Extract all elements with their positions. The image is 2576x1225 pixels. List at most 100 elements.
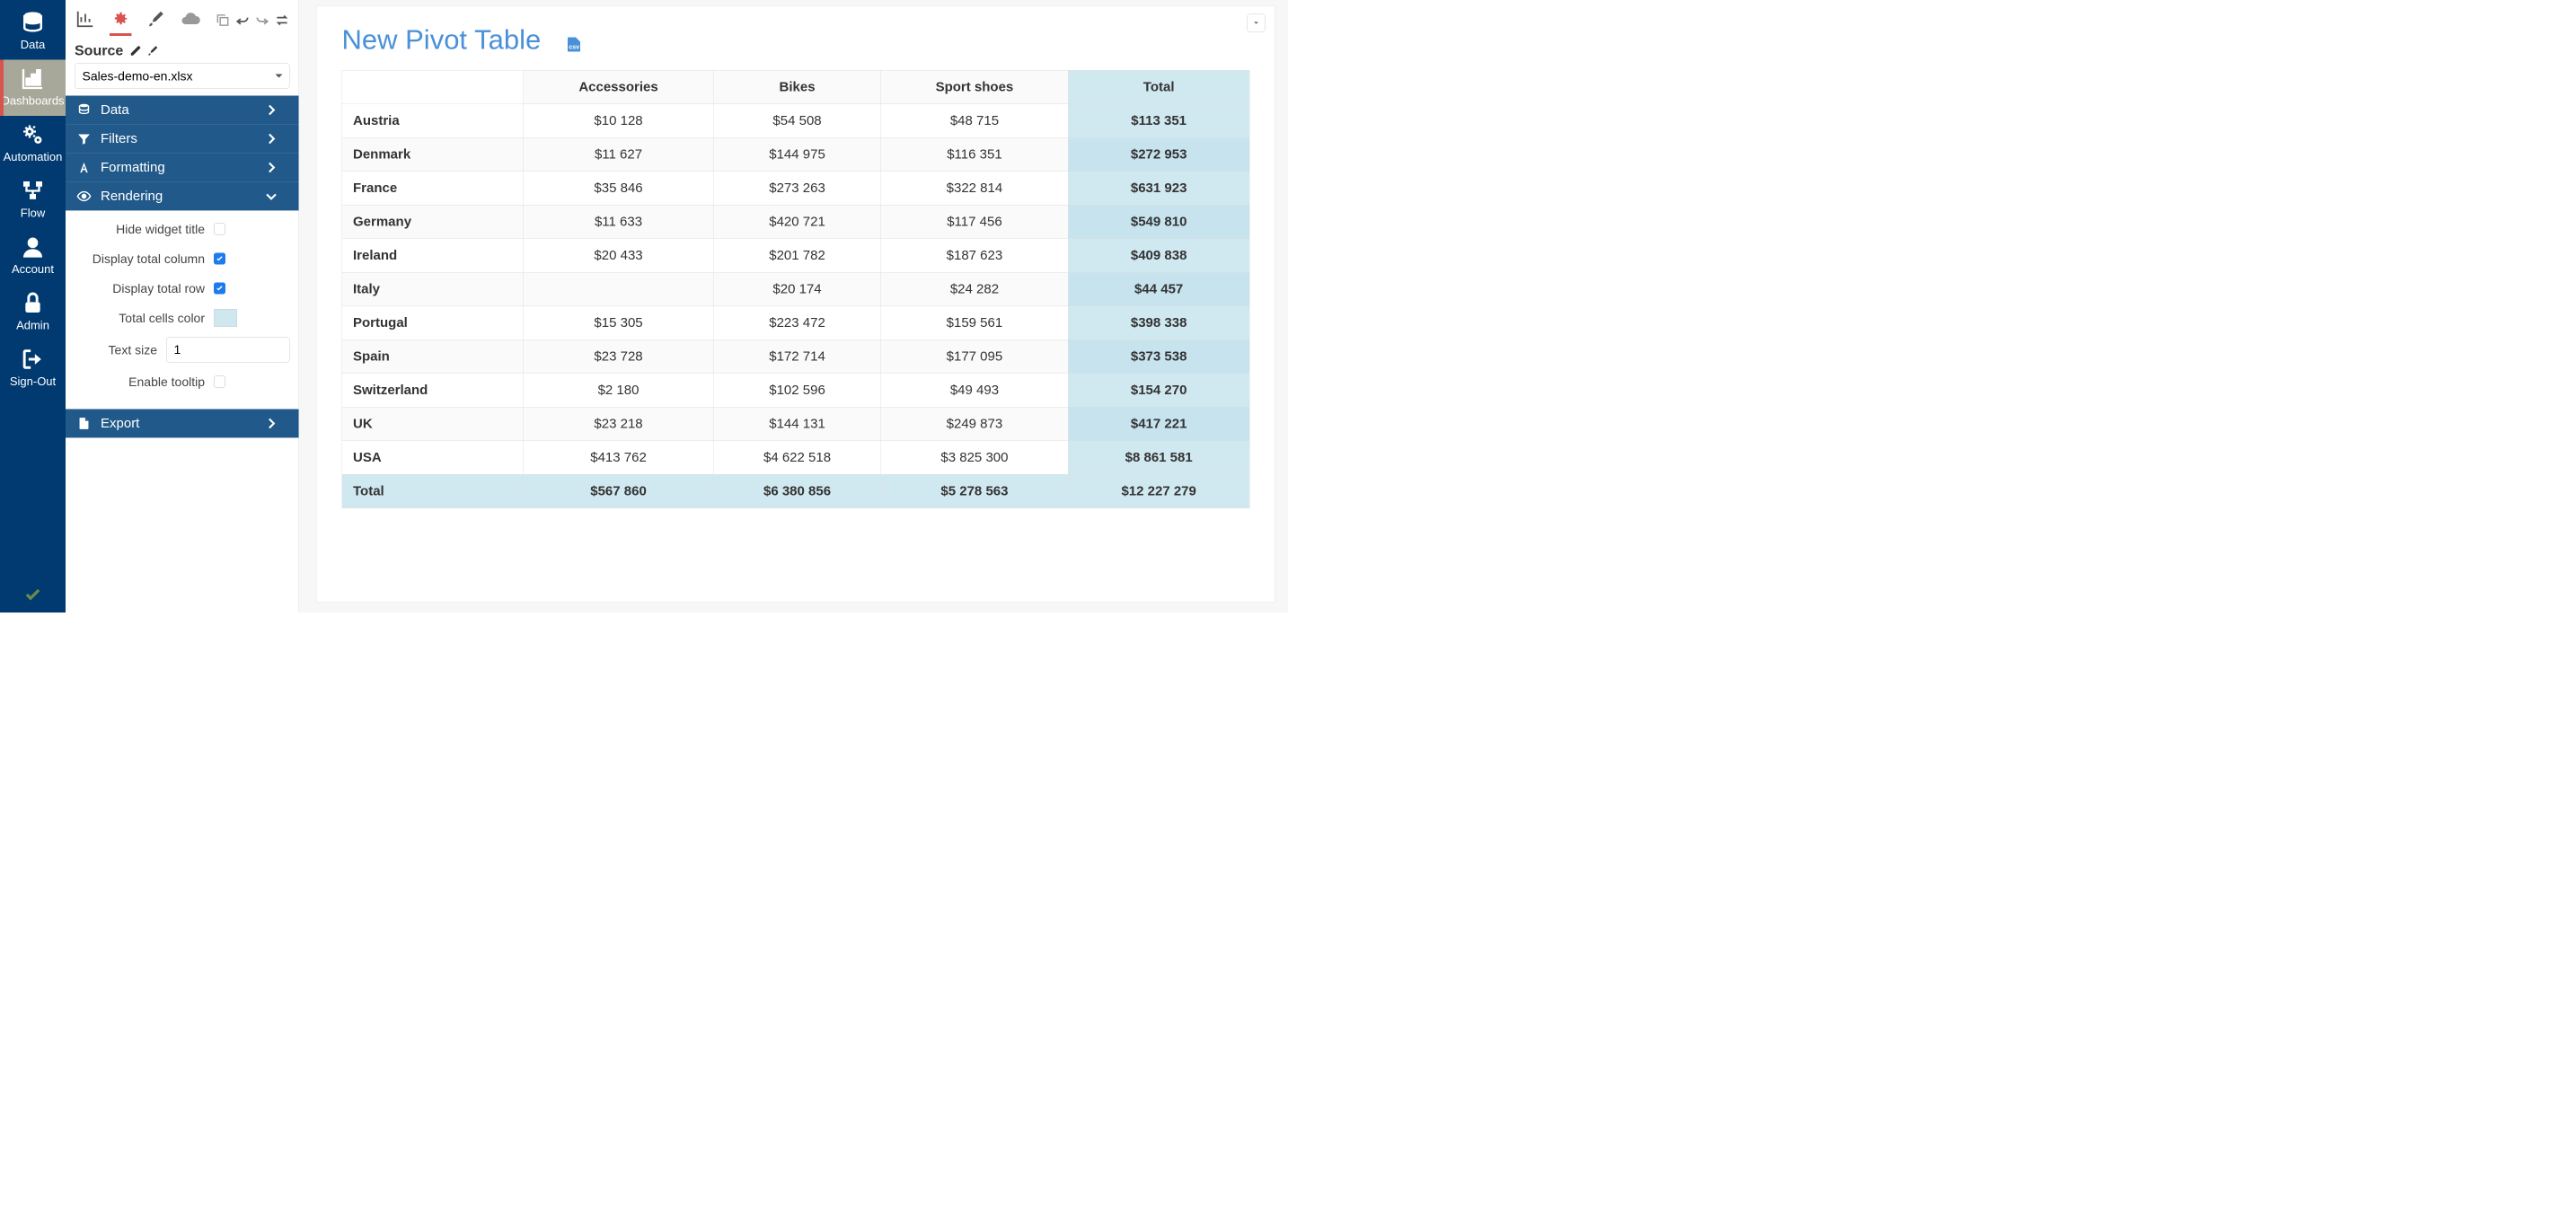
tab-style[interactable] (145, 4, 166, 36)
text-size-input[interactable] (166, 338, 290, 363)
total-cell: $373 538 (1068, 339, 1249, 374)
copy-icon[interactable] (216, 13, 231, 28)
data-cell: $159 561 (881, 306, 1068, 340)
source-row: Source (66, 36, 299, 64)
main-area: New Pivot Table csv Accessories Bikes Sp… (299, 0, 1288, 612)
enable-tooltip-checkbox[interactable] (214, 376, 225, 388)
nav-check[interactable] (0, 577, 66, 612)
data-cell: $35 846 (524, 172, 713, 206)
display-total-column-checkbox[interactable] (214, 253, 225, 265)
row-header: UK (342, 407, 524, 441)
display-total-row-checkbox[interactable] (214, 283, 225, 295)
nav-signout[interactable]: Sign-Out (0, 340, 66, 397)
source-select[interactable]: Sales-demo-en.xlsx (75, 64, 290, 89)
chevron-right-icon (264, 131, 279, 146)
nav-flow[interactable]: Flow (0, 172, 66, 229)
nav-account[interactable]: Account (0, 228, 66, 285)
accordion-label: Formatting (101, 160, 165, 175)
data-cell: $4 622 518 (713, 441, 881, 475)
cloud-icon (180, 8, 201, 30)
data-cell: $20 174 (713, 272, 881, 306)
accordion-rendering[interactable]: Rendering (66, 182, 299, 211)
nav-automation[interactable]: Automation (0, 116, 66, 172)
accordion-label: Rendering (101, 189, 163, 204)
user-icon (21, 234, 46, 260)
gear-icon (110, 9, 130, 29)
total-cells-color-swatch[interactable] (214, 309, 237, 327)
tab-cloud[interactable] (180, 4, 201, 36)
widget-menu-button[interactable] (1248, 14, 1266, 32)
source-label: Source (75, 42, 123, 59)
bar-chart-icon (75, 9, 95, 29)
accordion-data[interactable]: Data (66, 96, 299, 125)
data-cell (524, 272, 713, 306)
data-cell: $48 715 (881, 104, 1068, 138)
chevron-right-icon (264, 102, 279, 118)
gears-icon (21, 122, 46, 147)
data-cell: $273 263 (713, 172, 881, 206)
tab-chart[interactable] (75, 4, 96, 36)
total-cell: $409 838 (1068, 239, 1249, 273)
footer-cell: $567 860 (524, 474, 713, 508)
data-cell: $144 131 (713, 407, 881, 441)
undo-icon[interactable] (235, 13, 251, 28)
redo-icon[interactable] (255, 13, 270, 28)
pivot-corner (342, 70, 524, 104)
csv-badge[interactable]: csv (568, 38, 580, 52)
data-cell: $20 433 (524, 239, 713, 273)
total-cell: $272 953 (1068, 137, 1249, 172)
pivot-table: Accessories Bikes Sport shoes Total Aust… (342, 70, 1250, 508)
rendering-panel: Hide widget title Display total column D… (66, 211, 299, 410)
tab-settings[interactable] (110, 4, 131, 36)
data-cell: $11 633 (524, 205, 713, 239)
accordion-label: Export (101, 416, 139, 431)
nav-data[interactable]: Data (0, 4, 66, 60)
data-cell: $223 472 (713, 306, 881, 340)
total-cell: $44 457 (1068, 272, 1249, 306)
edit-icon[interactable] (129, 44, 142, 57)
config-panel: Source Sales-demo-en.xlsx Data Filters F… (66, 0, 299, 612)
nav-label: Admin (16, 319, 49, 333)
data-cell: $10 128 (524, 104, 713, 138)
data-cell: $249 873 (881, 407, 1068, 441)
row-header: Switzerland (342, 374, 524, 408)
data-cell: $177 095 (881, 339, 1068, 374)
col-header: Sport shoes (881, 70, 1068, 104)
nav-dashboards[interactable]: Dashboards (0, 60, 66, 117)
signout-icon (21, 347, 46, 372)
nav-admin[interactable]: Admin (0, 285, 66, 341)
row-header: Denmark (342, 137, 524, 172)
nav-label: Sign-Out (10, 375, 56, 389)
brush-icon[interactable] (146, 44, 159, 57)
row-header: Germany (342, 205, 524, 239)
row-header: France (342, 172, 524, 206)
row-footer-label: Total (342, 474, 524, 508)
database-icon (76, 102, 92, 118)
total-cell: $113 351 (1068, 104, 1249, 138)
chevron-right-icon (264, 160, 279, 175)
total-cells-color-label: Total cells color (75, 310, 214, 326)
lock-icon (21, 291, 46, 316)
accordion-formatting[interactable]: Formatting (66, 154, 299, 182)
hide-widget-title-checkbox[interactable] (214, 224, 225, 235)
swap-icon[interactable] (275, 13, 290, 28)
data-cell: $2 180 (524, 374, 713, 408)
paintbrush-icon (146, 9, 165, 29)
hide-widget-title-label: Hide widget title (75, 221, 214, 237)
chevron-down-icon (264, 189, 279, 204)
accordion-label: Data (101, 102, 129, 118)
data-cell: $172 714 (713, 339, 881, 374)
total-cell: $631 923 (1068, 172, 1249, 206)
export-icon (76, 416, 92, 431)
row-header: Spain (342, 339, 524, 374)
col-header: Bikes (713, 70, 881, 104)
nav-label: Dashboards (1, 94, 64, 109)
total-cell: $549 810 (1068, 205, 1249, 239)
footer-cell: $5 278 563 (881, 474, 1068, 508)
nav-label: Flow (21, 207, 45, 221)
widget-title: New Pivot Table (342, 24, 542, 57)
row-header: Ireland (342, 239, 524, 273)
accordion-export[interactable]: Export (66, 410, 299, 438)
data-cell: $117 456 (881, 205, 1068, 239)
accordion-filters[interactable]: Filters (66, 125, 299, 154)
